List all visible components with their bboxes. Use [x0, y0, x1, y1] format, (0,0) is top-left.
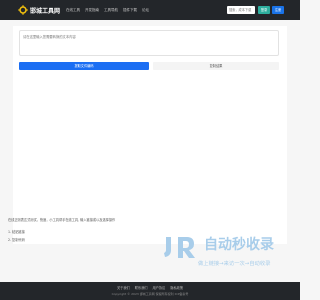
help-step-2: 2. 复制代码: [8, 238, 25, 242]
login-button[interactable]: 登录: [258, 6, 270, 14]
text-input[interactable]: [19, 30, 279, 56]
help-step-1: 1. 粘贴链接: [8, 230, 25, 234]
help-note: 在线正则表达式测试，快速，小工具帮手在线工具, 输入链接或以及选择操作: [8, 218, 116, 222]
nav-link-tools[interactable]: 在线工具: [66, 8, 80, 13]
watermark-title: 自动秒收录: [204, 237, 274, 253]
footer-link-privacy[interactable]: 隐私政策: [170, 286, 183, 290]
register-button[interactable]: 注册: [272, 6, 284, 14]
search-input[interactable]: 搜索，成本下载: [227, 6, 255, 14]
nav-link-guide[interactable]: 开发指南: [85, 8, 99, 13]
top-navbar: 邯城工具网 在线工具 开发指南 工具导航 插件下载 论坛 搜索，成本下载 登录 …: [0, 0, 300, 20]
footer: 关于我们 联系我们 用户协议 隐私政策 Copyright © 2023 邯城工…: [0, 282, 300, 300]
watermark-subtitle: 做上链接→来访一次→自动收录: [198, 261, 271, 267]
nav-right: 搜索，成本下载 登录 注册: [227, 6, 284, 14]
gear-logo-icon: [18, 5, 28, 15]
footer-link-contact[interactable]: 联系我们: [135, 286, 148, 290]
main-card: 提取文件编码 复制结果: [13, 26, 287, 244]
nav-link-navigation[interactable]: 工具导航: [104, 8, 118, 13]
footer-link-terms[interactable]: 用户协议: [153, 286, 166, 290]
footer-copyright: Copyright © 2023 邯城工具网 保留所有权利 ICP备案号: [111, 292, 189, 296]
nav-link-forum[interactable]: 论坛: [142, 8, 149, 13]
extract-button[interactable]: 提取文件编码: [19, 62, 149, 70]
nav-links: 在线工具 开发指南 工具导航 插件下载 论坛: [66, 8, 154, 13]
footer-link-about[interactable]: 关于我们: [117, 286, 130, 290]
jr-watermark-icon: [164, 237, 195, 258]
copy-result-button[interactable]: 复制结果: [153, 62, 279, 70]
site-logo[interactable]: 邯城工具网: [18, 5, 60, 15]
site-logo-text: 邯城工具网: [30, 7, 61, 15]
watermark: 自动秒收录 做上链接→来访一次→自动收录: [160, 232, 282, 274]
nav-link-plugins[interactable]: 插件下载: [123, 8, 137, 13]
footer-links: 关于我们 联系我们 用户协议 隐私政策: [0, 285, 300, 290]
